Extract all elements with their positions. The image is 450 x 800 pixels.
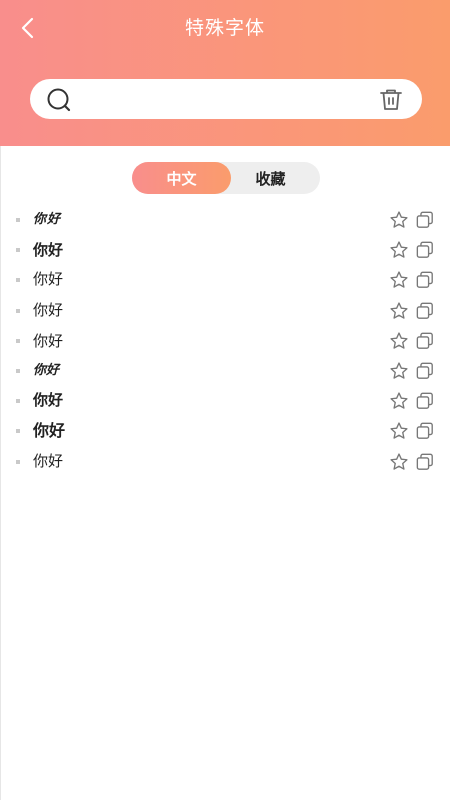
list-item-text: 你好	[33, 392, 64, 410]
star-outline-icon[interactable]	[389, 270, 409, 290]
bullet	[16, 399, 20, 404]
bullet	[16, 308, 20, 313]
star-outline-icon[interactable]	[389, 210, 409, 230]
copy-icon[interactable]	[416, 241, 434, 259]
trash-icon[interactable]	[378, 87, 404, 113]
list-item-text: 你好	[33, 271, 64, 289]
copy-icon[interactable]	[416, 302, 434, 320]
list-item[interactable]: 你好	[0, 356, 450, 386]
page-title: 特殊字体	[184, 17, 265, 39]
list-item-text: 你好	[33, 362, 60, 378]
star-outline-icon[interactable]	[389, 391, 409, 411]
list-item[interactable]: 你好	[0, 447, 450, 477]
tab-favorites[interactable]: 收藏	[221, 162, 320, 194]
list-item[interactable]: 你好	[0, 386, 450, 416]
list-item[interactable]: 你好	[0, 205, 450, 235]
star-outline-icon[interactable]	[389, 240, 409, 260]
search-input[interactable]	[80, 83, 354, 117]
list-item[interactable]: 你好	[0, 416, 450, 446]
list-item-text: 你好	[33, 212, 62, 227]
list-item[interactable]: 你好	[0, 326, 450, 356]
font-list: 你好 你好 你好 你好 你好 你好 你好 你好 你好	[0, 205, 450, 477]
star-outline-icon[interactable]	[389, 361, 409, 381]
copy-icon[interactable]	[416, 392, 434, 410]
bullet	[16, 278, 20, 283]
bullet	[16, 368, 20, 373]
copy-icon[interactable]	[416, 453, 434, 471]
copy-icon[interactable]	[416, 332, 434, 350]
star-outline-icon[interactable]	[389, 301, 409, 321]
star-outline-icon[interactable]	[389, 421, 409, 441]
list-item-text: 你好	[33, 331, 64, 350]
list-item[interactable]: 你好	[0, 265, 450, 295]
bullet	[16, 459, 20, 464]
bullet	[16, 338, 20, 343]
copy-icon[interactable]	[416, 362, 434, 380]
list-item[interactable]: 你好	[0, 235, 450, 265]
list-item-text: 你好	[33, 421, 66, 441]
list-item[interactable]: 你好	[0, 296, 450, 326]
copy-icon[interactable]	[416, 271, 434, 289]
search-icon	[47, 88, 71, 112]
header-bar: 特殊字体	[0, 0, 450, 146]
segment-control: 收藏 中文	[132, 162, 320, 194]
list-item-text: 你好	[33, 453, 64, 470]
copy-icon[interactable]	[416, 211, 434, 229]
bullet	[16, 248, 20, 253]
search-bar	[30, 79, 422, 119]
copy-icon[interactable]	[416, 422, 434, 440]
star-outline-icon[interactable]	[389, 331, 409, 351]
list-item-text: 你好	[33, 302, 64, 319]
list-item-text: 你好	[33, 241, 64, 260]
tab-chinese[interactable]: 中文	[132, 162, 231, 194]
star-outline-icon[interactable]	[389, 452, 409, 472]
bullet	[16, 218, 20, 222]
bullet	[16, 429, 20, 434]
